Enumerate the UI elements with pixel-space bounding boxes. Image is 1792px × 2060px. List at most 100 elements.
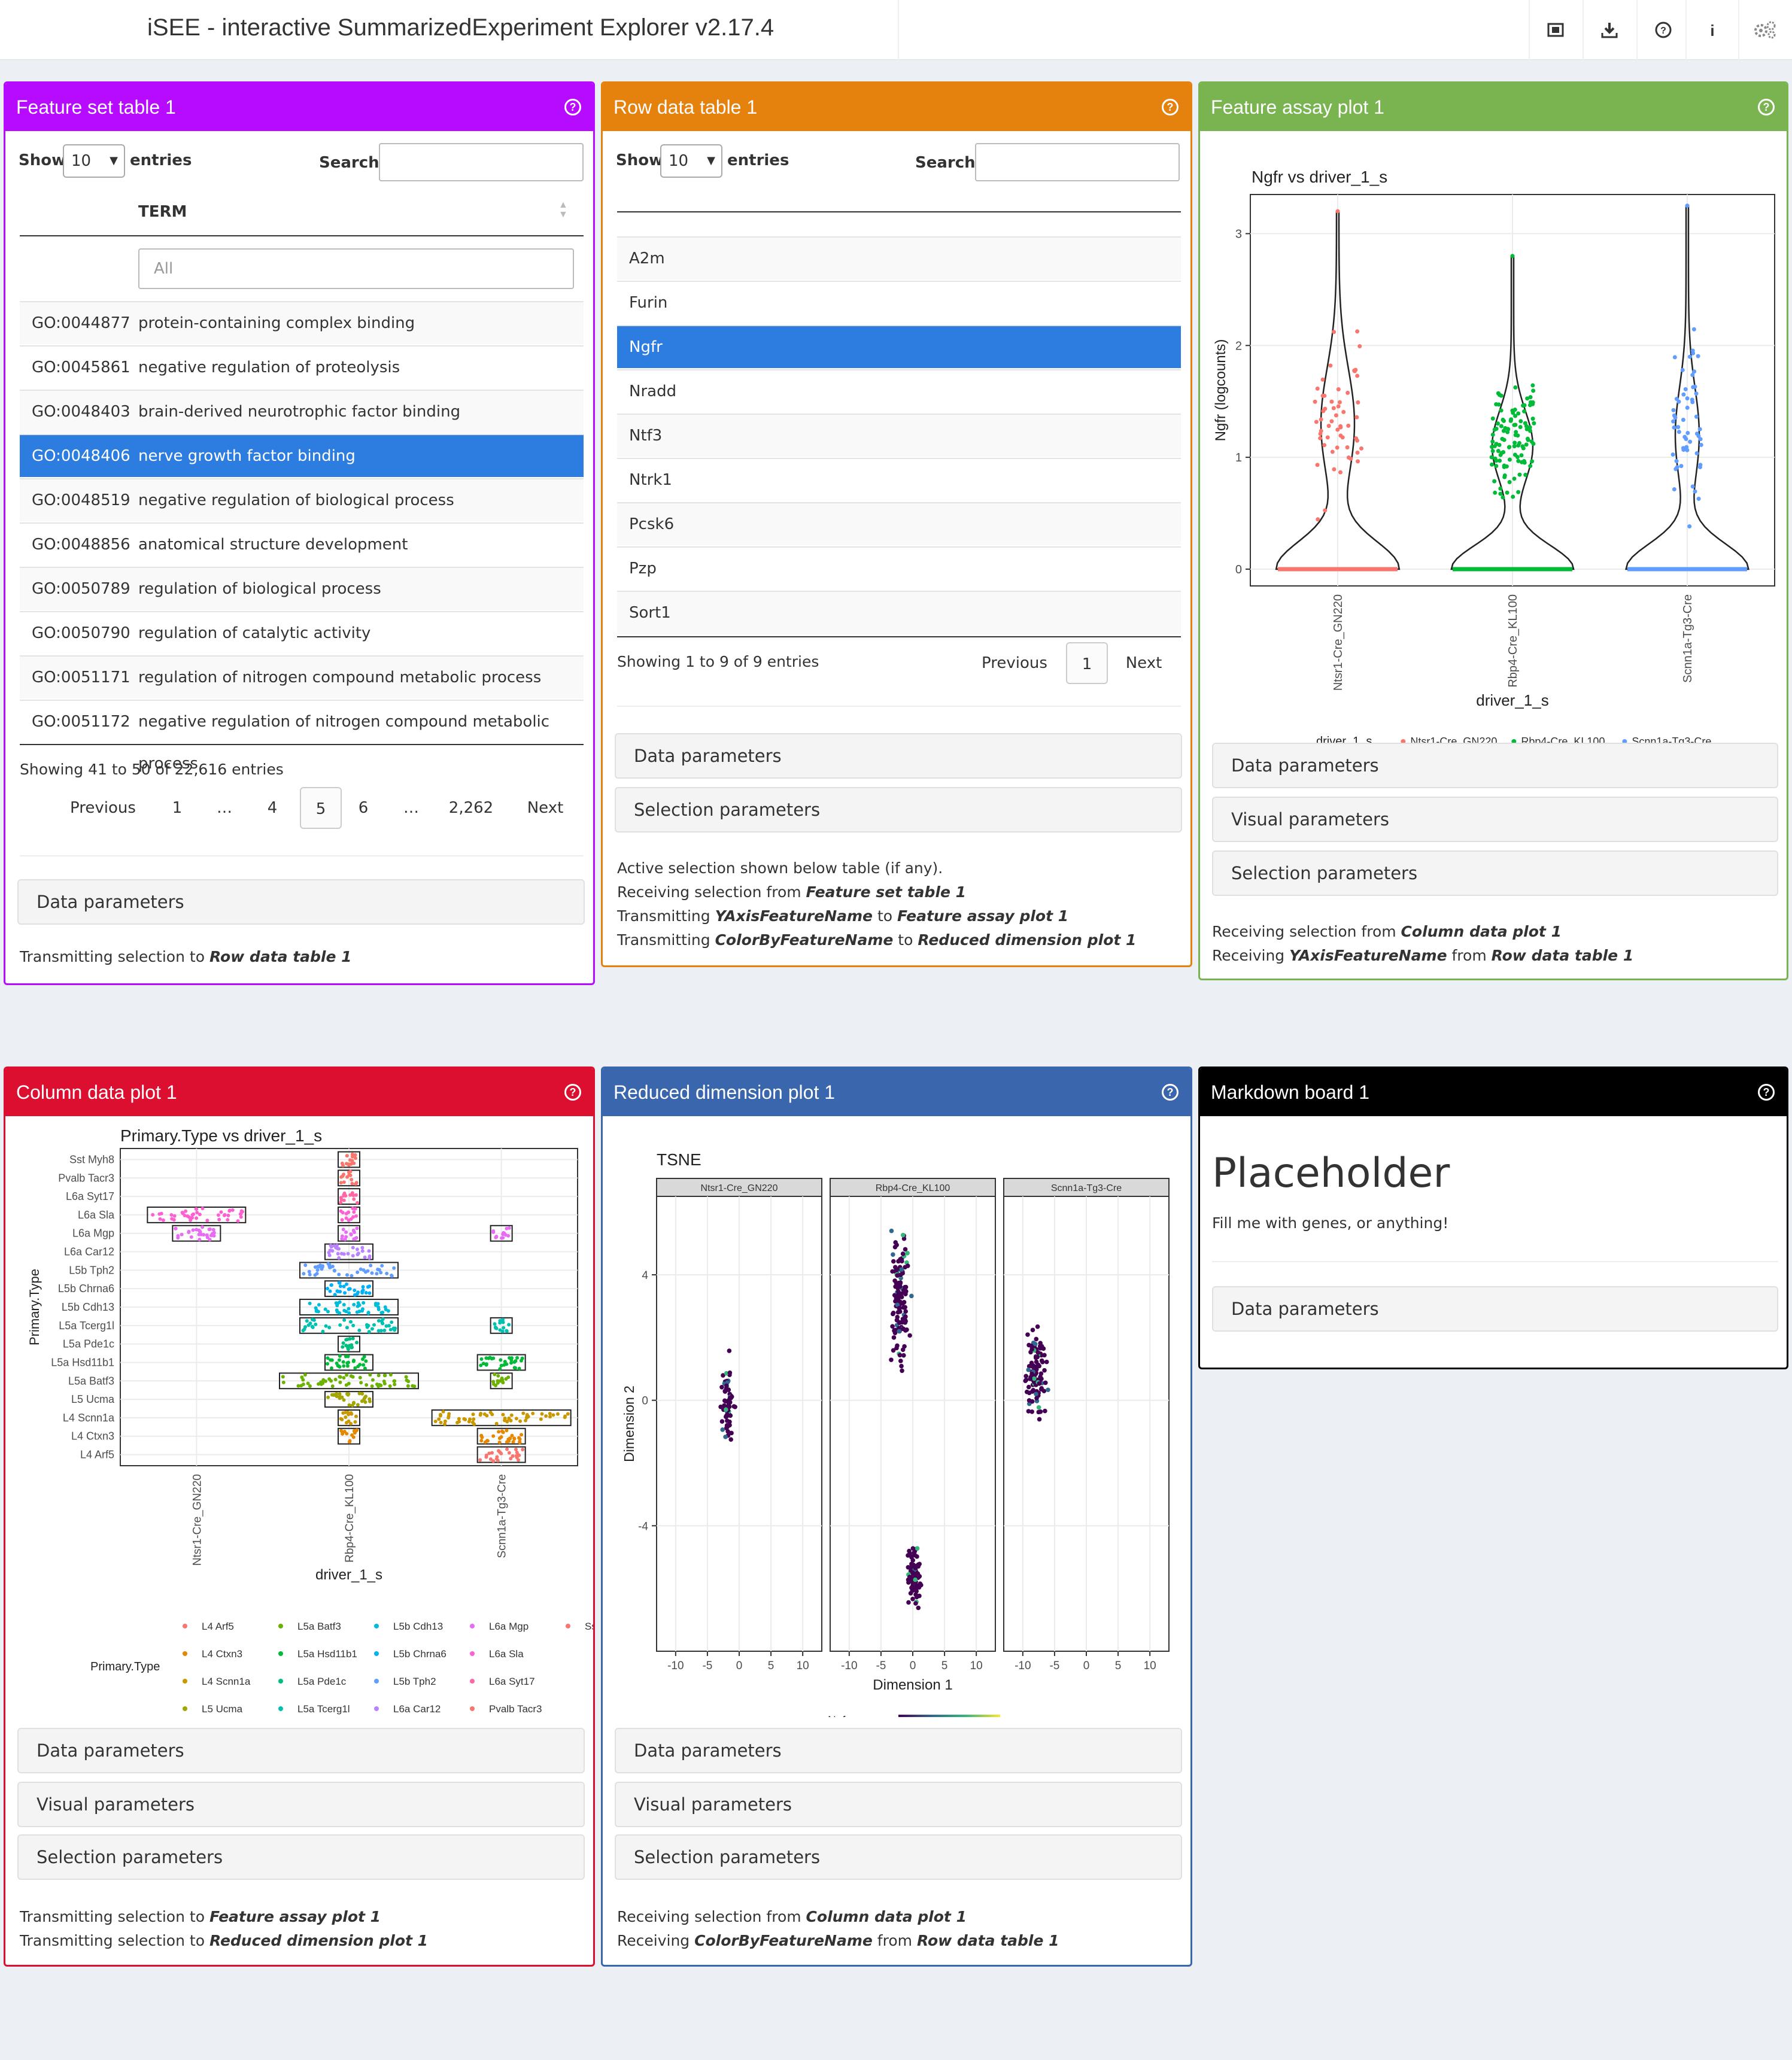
selection-parameters-button[interactable]: Selection parameters [1212, 850, 1778, 896]
feature-assay-plot-panel: Feature assay plot 1 ? 0 1 2 3 Ntsr1-Cre_GN2… [1198, 81, 1788, 980]
data-point [335, 1308, 339, 1312]
data-point [895, 1273, 900, 1278]
page-button[interactable]: 1 [1066, 642, 1108, 684]
tsne-scatter-plot[interactable]: TSNE Ntsr1-Cre_GN220 -10 -5 0 5 10 Rbp4-Cre_KL1… [603, 1119, 1190, 1717]
table-row[interactable]: GO:0051171 regulation of nitrogen compoun… [20, 655, 584, 698]
data-parameters-button[interactable]: Data parameters [1212, 1286, 1778, 1332]
question-icon[interactable]: ? [1636, 0, 1689, 60]
table-row[interactable]: Furin [617, 281, 1181, 324]
table-info: Showing 1 to 9 of 9 entries [617, 653, 819, 670]
data-point [392, 1327, 396, 1332]
data-parameters-button[interactable]: Data parameters [1212, 743, 1778, 788]
data-point [348, 1337, 352, 1341]
help-icon[interactable]: ? [564, 1084, 581, 1101]
help-icon[interactable]: ? [1758, 1084, 1775, 1101]
term-filter-input[interactable]: All [138, 248, 574, 289]
visual-parameters-button[interactable]: Visual parameters [1212, 797, 1778, 842]
data-point [891, 1311, 895, 1317]
data-parameters-button[interactable]: Data parameters [615, 1728, 1182, 1773]
help-icon[interactable]: ? [1162, 99, 1179, 116]
visual-parameters-button[interactable]: Visual parameters [615, 1782, 1182, 1827]
search-input[interactable] [379, 143, 584, 181]
term-column-header[interactable]: TERM [138, 203, 187, 221]
table-row[interactable]: Pcsk6 [617, 502, 1181, 545]
data-point [205, 1235, 209, 1239]
violin-plot[interactable]: 0123Ntsr1-Cre_GN220Ntsr1-Cre_GN220Rbp4-C… [1212, 141, 1778, 817]
data-point [351, 1359, 356, 1363]
data-point [358, 1375, 362, 1380]
visual-parameters-button[interactable]: Visual parameters [17, 1782, 585, 1827]
table-row[interactable]: Pzp [617, 546, 1181, 590]
reduced-dimension-plot-panel: Reduced dimension plot 1 ? TSNE Ntsr1-Cre… [601, 1067, 1192, 1967]
help-icon[interactable]: ? [1758, 99, 1775, 116]
data-point [333, 1293, 337, 1297]
table-row[interactable]: GO:0051172 negative regulation of nitroge… [20, 700, 584, 773]
x-tick-label: 10 [970, 1660, 983, 1672]
page-button[interactable]: 6 [347, 787, 380, 829]
page-button[interactable]: 1 [162, 787, 192, 829]
table-row[interactable]: Ntrk1 [617, 458, 1181, 501]
table-row[interactable]: GO:0050790 regulation of catalytic activi… [20, 611, 584, 654]
page-button[interactable]: 4 [256, 787, 289, 829]
selection-parameters-button[interactable]: Selection parameters [615, 787, 1182, 832]
table-row[interactable]: Sort1 [617, 591, 1181, 634]
previous-page-button[interactable]: Previous [973, 642, 1056, 684]
page-button[interactable]: 5 [300, 787, 342, 829]
info-icon[interactable]: i [1685, 0, 1738, 60]
data-point [346, 1251, 350, 1256]
previous-page-button[interactable]: Previous [58, 787, 148, 829]
entries-select[interactable]: 10 ▼ [660, 144, 722, 178]
next-page-button[interactable]: Next [515, 787, 575, 829]
table-row[interactable]: Nradd [617, 369, 1181, 412]
table-row[interactable]: A2m [617, 236, 1181, 279]
x-tick-label: 5 [941, 1660, 948, 1672]
image-icon[interactable] [1529, 0, 1581, 60]
data-point [518, 1419, 523, 1423]
column-data-scatter-plot[interactable]: Sst Myh8 Pvalb Tacr3 L6a Syt17 L6a Sla L6a M… [5, 1119, 593, 1717]
data-point [1345, 445, 1350, 450]
table-row[interactable]: GO:0048403 brain-derived neurotrophic fac… [20, 390, 584, 433]
data-point [505, 1329, 509, 1333]
next-page-button[interactable]: Next [1114, 642, 1174, 684]
data-parameters-button[interactable]: Data parameters [17, 879, 585, 925]
data-parameters-button[interactable]: Data parameters [17, 1728, 585, 1773]
help-icon[interactable]: ? [564, 99, 581, 116]
data-point [441, 1409, 445, 1414]
data-parameters-button[interactable]: Data parameters [615, 733, 1182, 779]
selection-parameters-button[interactable]: Selection parameters [17, 1834, 585, 1880]
data-point [172, 1218, 176, 1222]
help-icon[interactable]: ? [1162, 1084, 1179, 1101]
page-button[interactable]: 2,262 [442, 787, 500, 829]
sort-icon[interactable]: ▲ ▼ [558, 200, 568, 220]
table-row[interactable]: GO:0048406 nerve growth factor binding [20, 434, 584, 477]
data-point [363, 1366, 367, 1371]
data-point [1516, 443, 1521, 448]
data-point [335, 1391, 339, 1396]
download-icon[interactable] [1583, 0, 1635, 60]
data-point [1335, 427, 1340, 432]
data-point [324, 1324, 328, 1328]
entries-select[interactable]: 10 ▼ [63, 144, 125, 178]
data-point [499, 1451, 503, 1456]
table-row[interactable]: GO:0048856 anatomical structure developme… [20, 522, 584, 566]
gears-icon[interactable] [1738, 0, 1791, 60]
search-input[interactable] [975, 143, 1180, 181]
table-row[interactable]: Ngfr [617, 325, 1181, 368]
data-point [354, 1414, 358, 1418]
selection-parameters-button[interactable]: Selection parameters [615, 1834, 1182, 1880]
data-point [362, 1301, 366, 1305]
data-point [1687, 524, 1692, 528]
x-tick-label: -10 [841, 1660, 857, 1672]
table-row[interactable]: Ntf3 [617, 414, 1181, 457]
data-point [1026, 1409, 1031, 1414]
data-point [894, 1318, 900, 1323]
data-point [317, 1265, 321, 1269]
data-point [327, 1326, 332, 1330]
table-row[interactable]: GO:0045861 negative regulation of proteol… [20, 345, 584, 388]
table-row[interactable]: GO:0044877 protein-containing complex bin… [20, 301, 584, 344]
table-row[interactable]: GO:0050789 regulation of biological proce… [20, 567, 584, 610]
table-row[interactable]: GO:0048519 negative regulation of biologi… [20, 478, 584, 521]
data-point [900, 1232, 906, 1238]
data-point [1038, 1409, 1043, 1414]
data-point [1346, 423, 1351, 428]
